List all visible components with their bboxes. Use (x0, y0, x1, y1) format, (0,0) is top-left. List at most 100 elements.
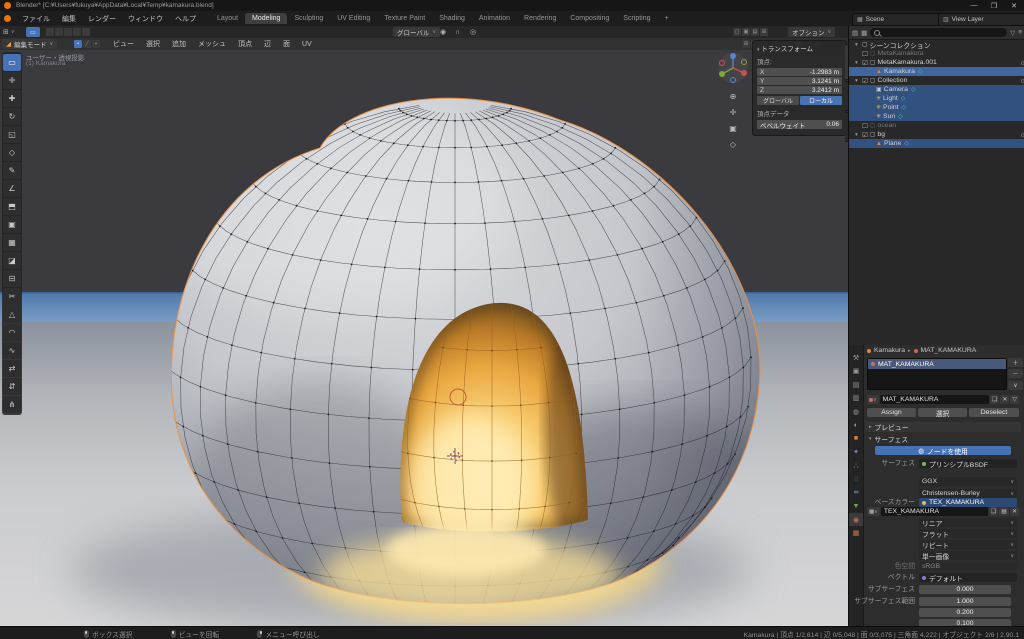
material-slot-row[interactable]: MAT_KAMAKURA (868, 359, 1006, 369)
snap-extra-icon-3[interactable]: ⊞ (760, 28, 768, 36)
zoom-icon[interactable]: ⊕ (726, 92, 740, 101)
workspace-tab-scripting[interactable]: Scripting (616, 13, 657, 24)
transform-z-field[interactable]: Z3.2412 m (757, 86, 842, 94)
outliner-row-Plane[interactable]: ▲Plane◇⊙ (849, 139, 1024, 148)
subsurface-radius-field-1[interactable]: 0.200 (919, 608, 1011, 617)
outliner-row-シーンコレクション[interactable]: ▾▢シーンコレクション (849, 40, 1024, 49)
viewport-menu-追加[interactable]: 追加 (167, 37, 191, 51)
world-tab[interactable]: ◐ (849, 419, 863, 432)
active-tool-button[interactable]: ▭ (26, 27, 40, 37)
menu-レンダー[interactable]: レンダー (82, 12, 122, 26)
snap-extra-icon-0[interactable]: ▢ (733, 28, 741, 36)
shrink-fatten-tool[interactable]: ⇵ (3, 378, 21, 395)
smooth-tool[interactable]: ∿ (3, 342, 21, 359)
outliner-row-MetaKamakura[interactable]: ☐▢MetaKamakura (849, 49, 1024, 58)
display-mode-icon[interactable]: ▤ (852, 29, 858, 37)
subsurface-slider[interactable]: 0.000 (919, 585, 1011, 594)
workspace-tab-rendering[interactable]: Rendering (517, 13, 563, 24)
fake-user-button[interactable]: ❏ (990, 395, 999, 404)
outliner-row-Light[interactable]: ✳Light◇⊙ (849, 94, 1024, 103)
assign-button[interactable]: Assign (867, 408, 916, 417)
rip-region-tool[interactable]: ⋔ (3, 396, 21, 413)
outliner-row-Camera[interactable]: ▣Camera◇⊙ (849, 85, 1024, 94)
outliner-search-input[interactable] (870, 28, 1007, 37)
vector-field[interactable]: デフォルト (919, 573, 1017, 582)
cursor-tool[interactable]: ✛ (3, 72, 21, 89)
pan-hand-icon[interactable]: ✛ (726, 108, 740, 117)
move-tool[interactable]: ✚ (3, 90, 21, 107)
workspace-tab-compositing[interactable]: Compositing (563, 13, 616, 24)
mode-dropdown[interactable]: ◢ 編集モード ∨ (2, 39, 57, 49)
camera-view-icon[interactable]: ▣ (726, 124, 740, 133)
browse-image-button[interactable]: ▦∨ (867, 507, 880, 516)
viewport-menu-UV[interactable]: UV (297, 39, 317, 50)
workspace-tab-layout[interactable]: Layout (210, 13, 245, 24)
select-box-tool[interactable]: ▭ (3, 54, 21, 71)
workspace-tab-uv-editing[interactable]: UV Editing (330, 13, 377, 24)
bevel-weight-field[interactable]: ベベルウェイト 0.06 (757, 120, 842, 129)
output-tab[interactable]: ▤ (849, 378, 863, 391)
view-layer-tab[interactable]: ▥ (849, 392, 863, 405)
material-filter-icon[interactable]: ▽ (1010, 395, 1019, 404)
viewport-menu-面[interactable]: 面 (278, 37, 295, 51)
outliner-options-icon[interactable]: ≡ (1018, 29, 1022, 36)
breadcrumb-material[interactable]: MAT_KAMAKURA (921, 347, 977, 354)
modifiers-tab[interactable]: ✦ (849, 446, 863, 459)
loop-cut-tool[interactable]: ⊟ (3, 270, 21, 287)
workspace-tab-animation[interactable]: Animation (472, 13, 517, 24)
inset-faces-tool[interactable]: ▦ (3, 234, 21, 251)
knife-tool[interactable]: ✂ (3, 288, 21, 305)
breadcrumb-object[interactable]: Kamakura (874, 347, 905, 354)
add-slot-button[interactable]: ＋ (1008, 358, 1023, 367)
orientation-ローカル[interactable]: ローカル (800, 96, 842, 105)
collection-checkbox[interactable]: ☑ (862, 131, 868, 139)
collection-checkbox[interactable]: ☑ (862, 59, 868, 67)
filter-icon[interactable]: ▽ (1010, 29, 1015, 37)
tool-toggle-icon[interactable] (73, 28, 81, 36)
outliner-row-Kamakura[interactable]: ▲Kamakura◇⊙ (849, 67, 1024, 76)
measure-tool[interactable]: ∠ (3, 180, 21, 197)
workspace-tab-+[interactable]: + (658, 13, 676, 24)
source-dropdown[interactable]: 単一画像 ∨ (919, 551, 1017, 560)
tool-toggle-icon[interactable] (64, 28, 72, 36)
constraints-tab[interactable]: ∞ (849, 486, 863, 499)
workspace-tab-sculpting[interactable]: Sculpting (287, 13, 330, 24)
outliner-row-Sun[interactable]: ✳Sun◇⊙ (849, 112, 1024, 121)
surface-shader-field[interactable]: プリンシプルBSDF (919, 459, 1017, 468)
subsurface-method-dropdown[interactable]: Christensen-Burley ∨ (919, 489, 1017, 498)
viewport-menu-メッシュ[interactable]: メッシュ (193, 37, 231, 51)
menu-ウィンドウ[interactable]: ウィンドウ (122, 12, 169, 26)
tool-toggle-icon[interactable] (46, 28, 54, 36)
bevel-tool[interactable]: ◪ (3, 252, 21, 269)
snap-extra-icon-1[interactable]: ▣ (742, 28, 750, 36)
add-cube-tool[interactable]: ⬒ (3, 198, 21, 215)
material-slot-list[interactable]: MAT_KAMAKURA (867, 358, 1007, 390)
annotate-tool[interactable]: ✎ (3, 162, 21, 179)
editor-type-button[interactable]: ⊞ ∨ (3, 27, 15, 37)
physics-tab[interactable]: ◌ (849, 473, 863, 486)
remove-slot-button[interactable]: － (1008, 369, 1023, 378)
pivot-point-icon[interactable]: ◉ (440, 27, 446, 37)
poly-build-tool[interactable]: △ (3, 306, 21, 323)
material-name-field[interactable]: MAT_KAMAKURA (880, 395, 989, 404)
collection-checkbox[interactable]: ☑ (862, 77, 868, 85)
viewport-menu-選択[interactable]: 選択 (141, 37, 165, 51)
eye-icon[interactable]: ⊙ (1021, 77, 1024, 85)
image-name-field[interactable]: TEX_KAMAKURA (881, 507, 988, 516)
open-image-button[interactable]: ▤ (999, 507, 1009, 516)
deselect-button[interactable]: Deselect (969, 408, 1019, 417)
spin-tool[interactable]: ◠ (3, 324, 21, 341)
tool-tab[interactable]: ⚒ (849, 351, 863, 364)
base-color-field[interactable]: TEX_KAMAKURA (919, 498, 1017, 507)
menu-ファイル[interactable]: ファイル (16, 12, 56, 26)
close-button[interactable]: ✕ (1004, 0, 1024, 11)
unlink-material-button[interactable]: ✕ (1000, 395, 1009, 404)
filter-collection-icon[interactable]: ▦ (861, 29, 867, 37)
outliner-row-MetaKamakura.001[interactable]: ▾☑▢MetaKamakura.001⊙ (849, 58, 1024, 67)
select-button[interactable]: 選択 (918, 408, 967, 417)
extension-dropdown[interactable]: リピート ∨ (919, 540, 1017, 549)
object-tab[interactable]: ■ (849, 432, 863, 445)
rotate-tool[interactable]: ↻ (3, 108, 21, 125)
edge-select-icon[interactable]: ╱ (83, 40, 91, 48)
scene-tab[interactable]: ◍ (849, 405, 863, 418)
